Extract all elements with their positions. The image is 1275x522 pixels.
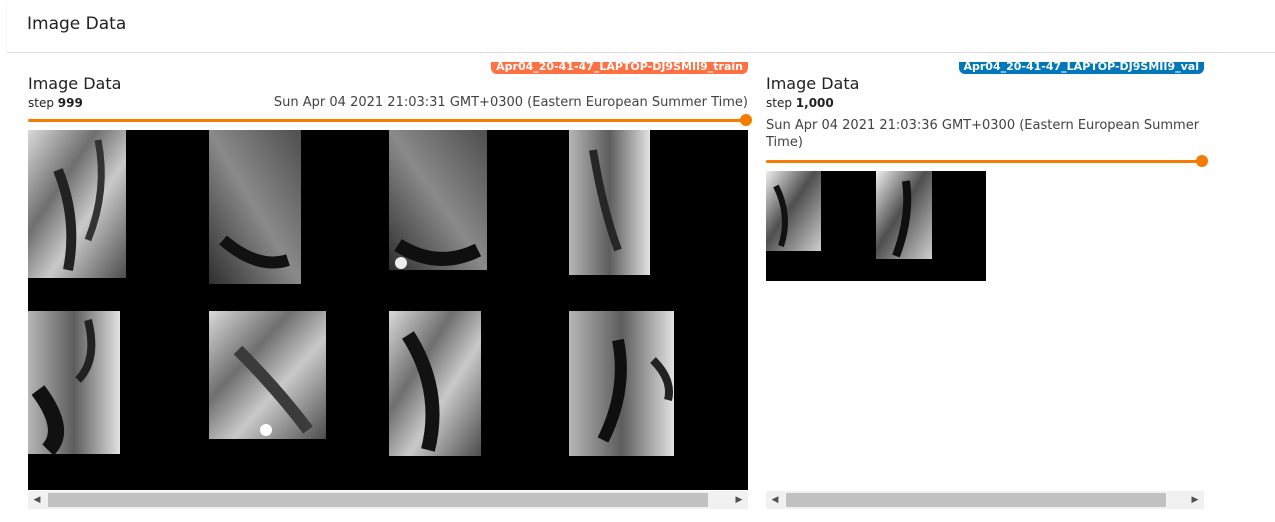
image-tile [28, 130, 126, 278]
scroll-right-arrow-icon[interactable]: ▶ [730, 491, 748, 509]
timestamp: Sun Apr 04 2021 21:03:31 GMT+0300 (Easte… [273, 95, 748, 110]
run-badge-val: Apr04_20-41-47_LAPTOP-DJ9SMII9_val [958, 62, 1204, 74]
image-tile [389, 130, 487, 270]
slider-thumb[interactable] [1196, 155, 1208, 167]
image-tile [389, 311, 481, 456]
step-label: step [766, 96, 792, 110]
section-header[interactable]: Image Data [7, 0, 1275, 53]
slider-track [766, 160, 1204, 163]
step-value: 999 [57, 96, 83, 110]
horizontal-scrollbar[interactable]: ◀ ▶ [766, 491, 1204, 509]
scroll-left-arrow-icon[interactable]: ◀ [28, 491, 46, 509]
step-slider[interactable] [766, 155, 1208, 167]
step-indicator: step 1,000 [766, 95, 834, 111]
card-title: Image Data [28, 74, 122, 93]
image-card-train: Apr04_20-41-47_LAPTOP-DJ9SMII9_train Ima… [28, 62, 752, 522]
scroll-right-arrow-icon[interactable]: ▶ [1186, 491, 1204, 509]
image-tile [876, 171, 932, 259]
slider-thumb[interactable] [740, 114, 752, 126]
slider-track [28, 119, 748, 122]
step-slider[interactable] [28, 114, 752, 126]
scroll-thumb[interactable] [786, 493, 1166, 507]
scroll-left-arrow-icon[interactable]: ◀ [766, 491, 784, 509]
image-tile [569, 311, 674, 456]
scroll-thumb[interactable] [48, 493, 708, 507]
timestamp: Sun Apr 04 2021 21:03:36 GMT+0300 (Easte… [766, 118, 1200, 150]
tensorboard-images-page: Image Data Apr04_20-41-47_LAPTOP-DJ9SMII… [0, 0, 1275, 522]
image-grid [28, 130, 674, 456]
image-grid [766, 171, 932, 259]
image-tile [766, 171, 821, 251]
image-tile [569, 130, 650, 275]
section-title: Image Data [27, 14, 127, 34]
image-card-val: Apr04_20-41-47_LAPTOP-DJ9SMII9_val Image… [766, 62, 1208, 522]
image-viewport [766, 171, 986, 281]
image-viewport [28, 130, 748, 490]
horizontal-scrollbar[interactable]: ◀ ▶ [28, 491, 748, 509]
image-tile [28, 311, 120, 456]
run-badge-train: Apr04_20-41-47_LAPTOP-DJ9SMII9_train [491, 62, 748, 74]
card-title: Image Data [766, 74, 860, 93]
image-tile [209, 311, 326, 439]
image-tile [209, 130, 301, 284]
step-indicator: step 999 [28, 95, 83, 111]
step-label: step [28, 96, 54, 110]
step-value: 1,000 [795, 96, 834, 110]
